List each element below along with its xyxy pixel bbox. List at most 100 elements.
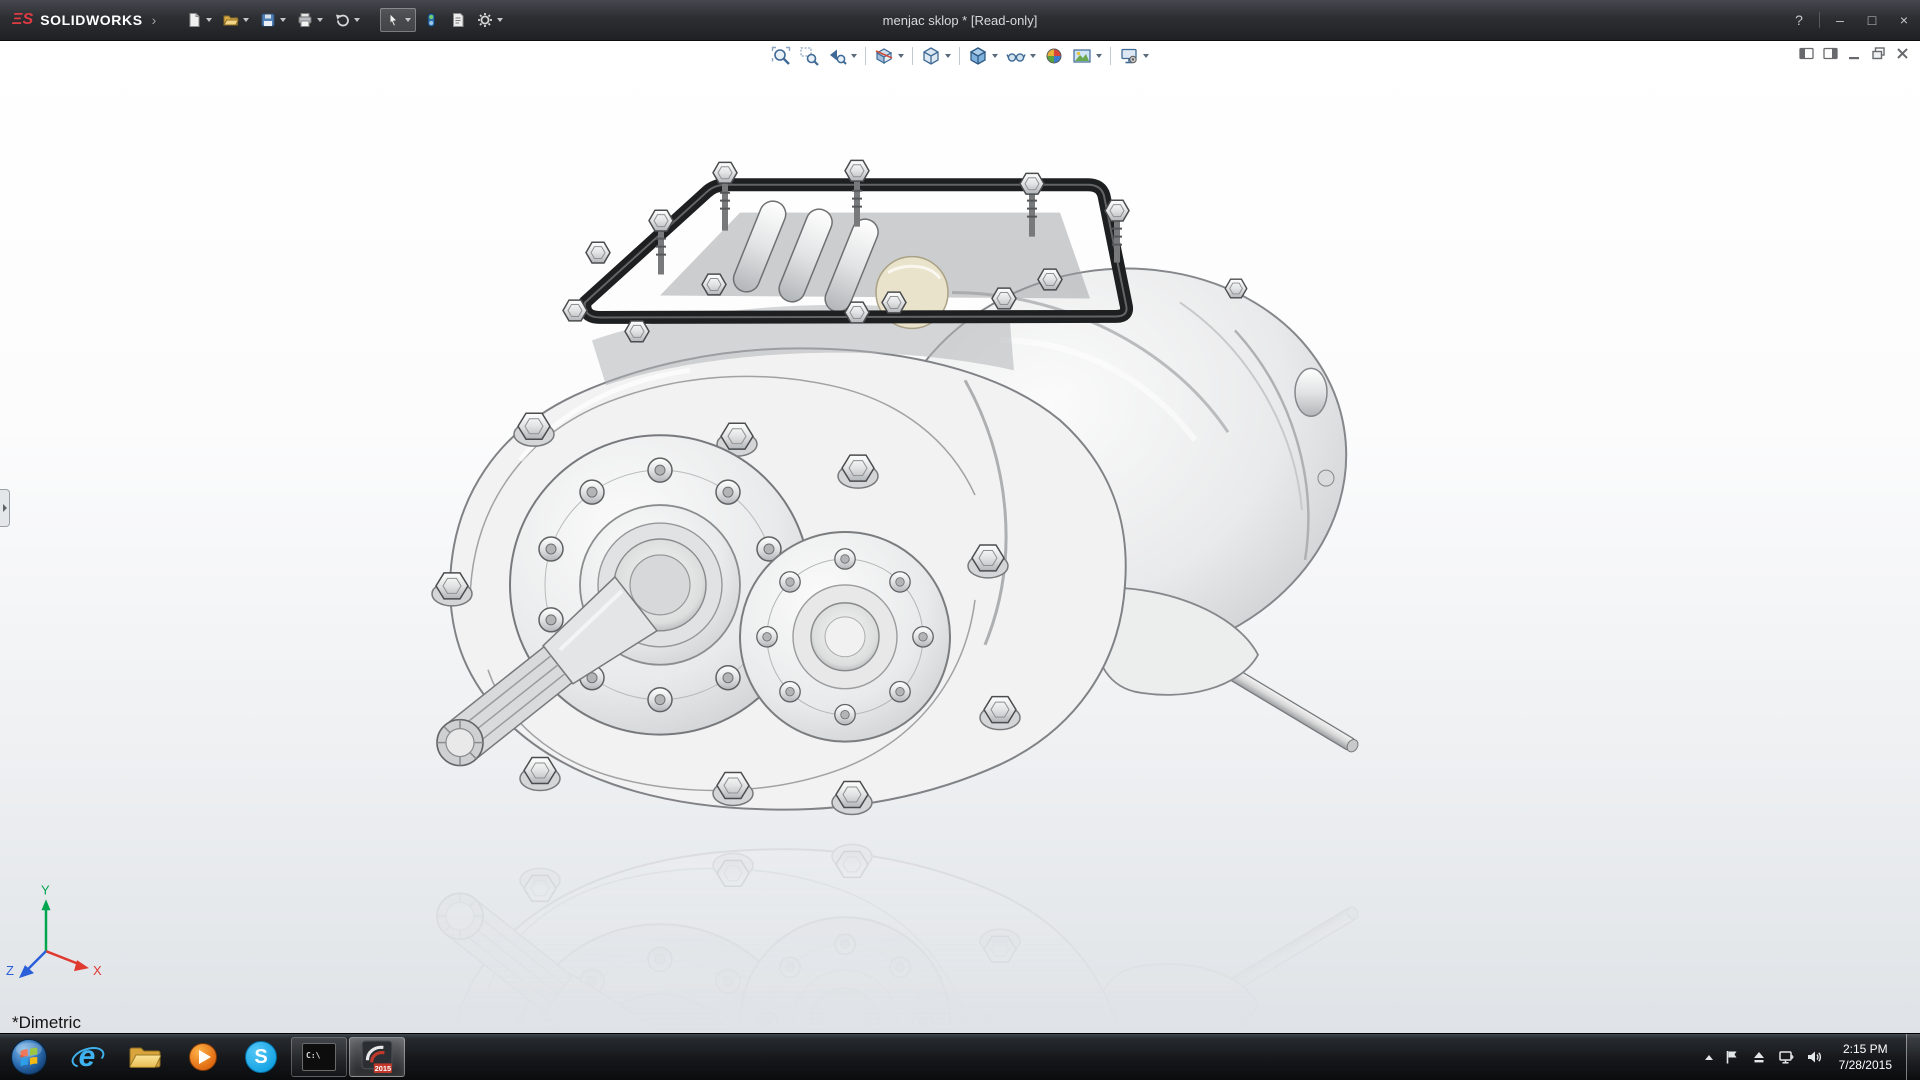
- document-title: menjac sklop * [Read-only]: [883, 13, 1038, 28]
- triad-y-label: Y: [41, 882, 50, 897]
- chevron-down-icon: [992, 54, 998, 58]
- taskbar-skype[interactable]: S: [233, 1037, 289, 1077]
- gear-icon: [477, 12, 493, 28]
- floor-reflection: [432, 844, 1375, 1033]
- taskbar-apps: e: [58, 1034, 406, 1080]
- gearbox-assembly-model[interactable]: [432, 160, 1375, 814]
- chevron-down-icon: [945, 54, 951, 58]
- rebuild-button[interactable]: [419, 9, 443, 31]
- chevron-down-icon: [354, 18, 360, 22]
- triad-x-label: X: [93, 963, 102, 978]
- start-button[interactable]: [0, 1034, 58, 1080]
- doc-restore-button[interactable]: [1871, 46, 1886, 61]
- taskbar-solidworks[interactable]: 2015: [349, 1037, 405, 1077]
- open-folder-icon: [223, 12, 239, 28]
- quick-access-toolbar: [182, 8, 507, 32]
- show-hidden-icons-button[interactable]: [1705, 1055, 1713, 1060]
- options-button[interactable]: [473, 9, 507, 31]
- zoom-to-area-icon: [799, 46, 819, 66]
- solidworks-logo: ΞS SOLIDWORKS ›: [0, 0, 172, 40]
- system-tray: 2:15 PM 7/28/2015: [1697, 1034, 1906, 1080]
- chevron-down-icon: [280, 18, 286, 22]
- restore-icon: [1871, 46, 1886, 61]
- taskbar-clock[interactable]: 2:15 PM 7/28/2015: [1833, 1041, 1898, 1073]
- windows-orb-icon: [9, 1037, 49, 1077]
- graphics-area[interactable]: Y X Z: [0, 41, 1920, 1033]
- new-document-icon: [186, 12, 202, 28]
- select-button[interactable]: [380, 8, 416, 32]
- chevron-right-icon: [3, 504, 7, 512]
- rebuild-icon: [423, 12, 439, 28]
- pane-left-icon: [1799, 46, 1814, 61]
- clock-time: 2:15 PM: [1843, 1041, 1888, 1057]
- clock-date: 7/28/2015: [1839, 1057, 1892, 1073]
- minimize-button[interactable]: –: [1824, 0, 1856, 40]
- volume-button[interactable]: [1806, 1049, 1822, 1065]
- chevron-down-icon: [206, 18, 212, 22]
- folder-icon: [128, 1043, 162, 1071]
- chevron-down-icon: [1030, 54, 1036, 58]
- doc-close-button[interactable]: [1895, 46, 1910, 61]
- brand-name: SOLIDWORKS: [40, 12, 142, 28]
- hide-show-items-button[interactable]: [1003, 44, 1039, 68]
- taskbar-windows-explorer[interactable]: [117, 1037, 173, 1077]
- menu-expand-chevron-icon[interactable]: ›: [152, 12, 157, 28]
- chevron-down-icon: [898, 54, 904, 58]
- previous-view-button[interactable]: [824, 44, 860, 68]
- taskbar-media-player[interactable]: [175, 1037, 231, 1077]
- help-button[interactable]: ?: [1783, 0, 1815, 40]
- taskbar-internet-explorer[interactable]: e: [59, 1037, 115, 1077]
- 3d-scene[interactable]: Y X Z: [0, 41, 1920, 1033]
- save-button[interactable]: [256, 9, 290, 31]
- section-view-button[interactable]: [871, 44, 907, 68]
- media-player-icon: [187, 1041, 219, 1073]
- view-orientation-button[interactable]: [918, 44, 954, 68]
- network-icon: [1778, 1049, 1795, 1065]
- windows-taskbar: e: [0, 1033, 1920, 1080]
- feature-manager-collapsed-tab[interactable]: [0, 489, 10, 527]
- chevron-down-icon: [1096, 54, 1102, 58]
- zoom-to-fit-icon: [771, 46, 791, 66]
- pane-right-button[interactable]: [1823, 46, 1838, 61]
- window-controls: ? – □ ×: [1783, 0, 1920, 40]
- doc-minimize-button[interactable]: [1847, 46, 1862, 61]
- taskbar-command-prompt[interactable]: C:\: [291, 1037, 347, 1077]
- chevron-down-icon: [497, 18, 503, 22]
- save-icon: [260, 12, 276, 28]
- solidworks-app-icon: 2015: [361, 1040, 393, 1074]
- zoom-to-area-button[interactable]: [796, 44, 822, 68]
- minimize-icon: [1847, 46, 1862, 61]
- eyeglasses-icon: [1006, 46, 1026, 66]
- display-style-button[interactable]: [965, 44, 1001, 68]
- new-document-button[interactable]: [182, 9, 216, 31]
- close-button[interactable]: ×: [1888, 0, 1920, 40]
- show-desktop-button[interactable]: [1906, 1034, 1920, 1080]
- remove-hardware-button[interactable]: [1751, 1049, 1767, 1065]
- close-icon: [1895, 46, 1910, 61]
- print-icon: [297, 12, 313, 28]
- view-orientation-label: *Dimetric: [12, 1013, 81, 1033]
- solidworks-window: ΞS SOLIDWORKS ›: [0, 0, 1920, 1080]
- print-button[interactable]: [293, 9, 327, 31]
- command-prompt-icon: C:\: [302, 1043, 336, 1071]
- chevron-down-icon: [243, 18, 249, 22]
- orientation-triad: Y X Z: [6, 882, 102, 978]
- scene-photo-icon: [1072, 46, 1092, 66]
- chevron-up-icon: [1705, 1055, 1713, 1060]
- file-properties-button[interactable]: [446, 9, 470, 31]
- apply-scene-button[interactable]: [1069, 44, 1105, 68]
- open-button[interactable]: [219, 9, 253, 31]
- undo-button[interactable]: [330, 9, 364, 31]
- pane-right-icon: [1823, 46, 1838, 61]
- appearance-ball-icon: [1044, 46, 1064, 66]
- zoom-to-fit-button[interactable]: [768, 44, 794, 68]
- edit-appearance-button[interactable]: [1041, 44, 1067, 68]
- network-button[interactable]: [1778, 1049, 1795, 1065]
- maximize-button[interactable]: □: [1856, 0, 1888, 40]
- action-center-button[interactable]: [1724, 1049, 1740, 1065]
- pane-left-button[interactable]: [1799, 46, 1814, 61]
- file-properties-icon: [450, 12, 466, 28]
- select-arrow-icon: [385, 12, 401, 28]
- view-settings-button[interactable]: [1116, 44, 1152, 68]
- divider: [865, 47, 866, 65]
